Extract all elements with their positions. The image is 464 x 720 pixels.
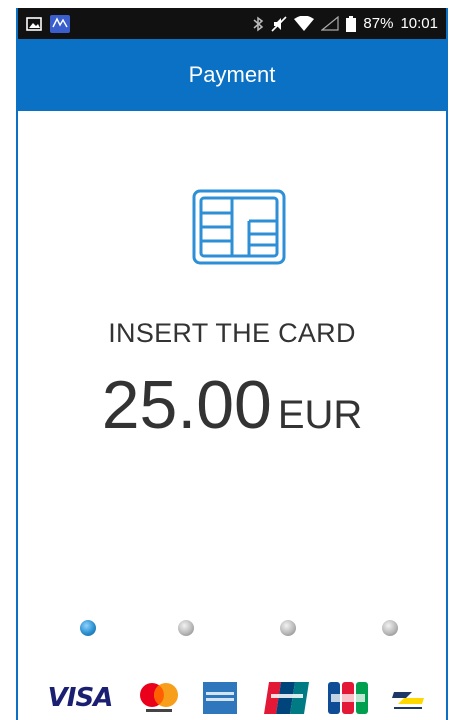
card-brands: VISA <box>18 680 446 720</box>
bluetooth-icon <box>252 16 264 32</box>
visa-logo: VISA <box>47 683 114 713</box>
amount-value: 25.00 <box>101 367 272 443</box>
progress-step-4 <box>382 620 398 636</box>
battery-icon <box>346 15 357 32</box>
amex-logo <box>202 680 238 716</box>
progress-step-1 <box>80 620 96 636</box>
chip-card-icon <box>192 189 286 270</box>
progress-step-3 <box>280 620 296 636</box>
battery-percent: 87% <box>363 15 394 32</box>
payment-amount: 25.00 EUR <box>18 366 446 444</box>
signal-icon <box>321 16 340 31</box>
wifi-icon <box>294 16 315 31</box>
unionpay-logo <box>262 680 312 716</box>
bancontact-logo <box>388 680 428 716</box>
image-icon <box>26 16 42 31</box>
jcb-logo <box>326 680 370 716</box>
app-header: Payment <box>18 39 446 111</box>
payment-screen: 87% 10:01 Payment INSERT THE CARD 25.00 … <box>16 8 448 720</box>
app-icon <box>50 14 70 33</box>
status-bar: 87% 10:01 <box>18 8 446 39</box>
progress-step-2 <box>178 620 194 636</box>
mastercard-logo <box>136 680 182 716</box>
clock: 10:01 <box>400 15 438 32</box>
currency-label: EUR <box>277 393 363 437</box>
page-title: Payment <box>188 62 276 87</box>
mute-icon <box>271 15 287 32</box>
payment-instruction: INSERT THE CARD <box>108 318 356 348</box>
